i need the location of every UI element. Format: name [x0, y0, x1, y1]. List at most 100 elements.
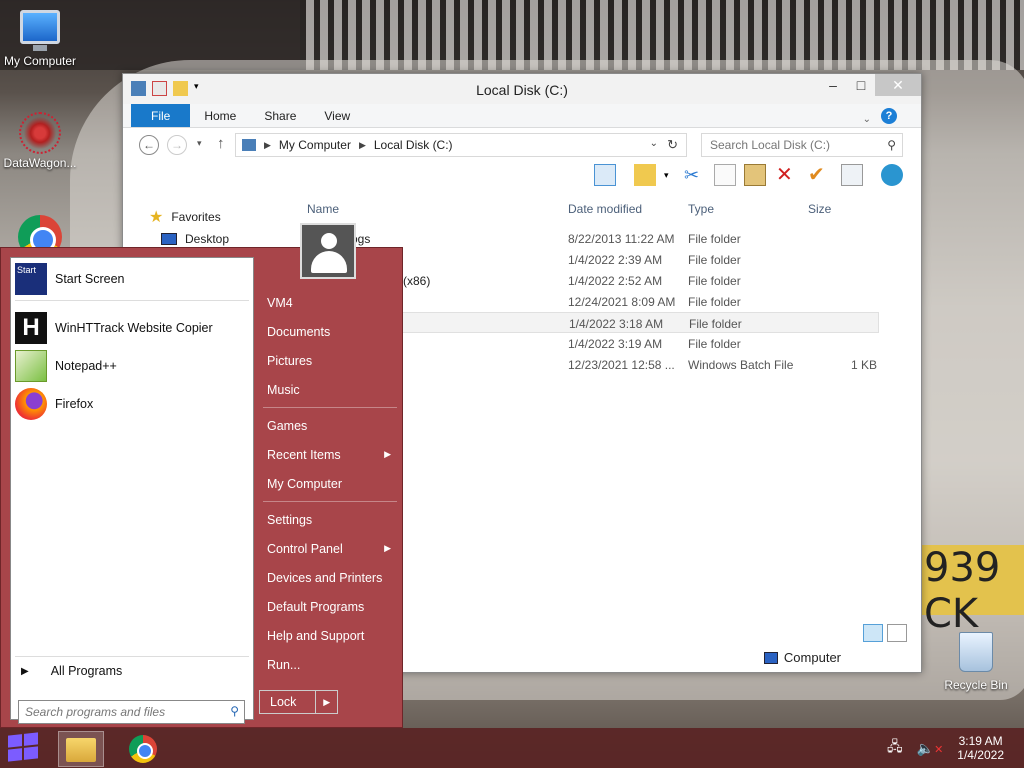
clock[interactable]: 3:19 AM 1/4/2022: [957, 734, 1004, 762]
column-type[interactable]: Type: [688, 202, 714, 216]
lock-button[interactable]: Lock ▶: [259, 690, 338, 714]
column-size[interactable]: Size: [808, 202, 831, 216]
details-view-icon[interactable]: [863, 624, 883, 642]
table-row[interactable]: ogs 8/22/2013 11:22 AM File folder: [293, 228, 879, 249]
place-documents[interactable]: Documents: [259, 317, 399, 346]
program-start-screen[interactable]: Start Start Screen: [15, 261, 124, 297]
recent-locations-icon[interactable]: ▾: [197, 138, 202, 149]
cut-icon[interactable]: ✂: [684, 164, 706, 186]
desktop-icon-label: DataWagon...: [3, 156, 77, 170]
tab-home[interactable]: Home: [190, 104, 250, 127]
start-button[interactable]: [8, 732, 40, 762]
start-screen-icon: Start: [15, 263, 47, 295]
search-icon: ⚲: [887, 138, 896, 152]
back-button[interactable]: ←: [139, 135, 159, 155]
copy-icon[interactable]: [714, 164, 736, 186]
place-vm4[interactable]: VM4: [259, 288, 399, 317]
desktop-icon-datawagon[interactable]: DataWagon...: [0, 112, 80, 170]
desktop-icon-recycle-bin[interactable]: Recycle Bin: [936, 632, 1016, 692]
search-placeholder: Search programs and files: [25, 705, 166, 719]
all-programs-button[interactable]: ▶ All Programs: [21, 664, 122, 678]
place-devices-printers[interactable]: Devices and Printers: [259, 563, 399, 592]
breadcrumb-local-disk[interactable]: Local Disk (C:): [374, 138, 453, 152]
computer-icon: [763, 651, 778, 664]
explorer-toolbar: ▾ ✂ ✕ ✔: [123, 162, 921, 188]
maximize-button[interactable]: □: [847, 74, 875, 96]
place-games[interactable]: Games: [259, 411, 399, 440]
user-avatar[interactable]: [300, 223, 356, 279]
view-switcher: [863, 624, 907, 642]
start-search-input[interactable]: Search programs and files ⚲: [18, 700, 245, 724]
network-icon[interactable]: 🖧: [887, 736, 903, 760]
notepadpp-icon: [15, 350, 47, 382]
status-location-label: Computer: [783, 650, 841, 665]
checkmark-icon[interactable]: ✔: [808, 164, 830, 186]
row-type: Windows Batch File: [688, 358, 794, 372]
address-bar[interactable]: ▶ My Computer ▶ Local Disk (C:) ⌄ ↻: [235, 133, 687, 157]
refresh-icon[interactable]: ↻: [667, 137, 678, 153]
taskbar-chrome[interactable]: [120, 731, 166, 767]
help-icon[interactable]: ?: [881, 108, 897, 124]
taskbar-file-explorer[interactable]: [58, 731, 104, 767]
place-pictures[interactable]: Pictures: [259, 346, 399, 375]
forward-button[interactable]: →: [167, 135, 187, 155]
chevron-right-icon: ▶: [384, 543, 391, 553]
up-button[interactable]: ↑: [217, 135, 225, 152]
chevron-right-icon[interactable]: ▶: [315, 691, 337, 713]
row-date: 1/4/2022 3:18 AM: [569, 317, 664, 331]
globe-icon[interactable]: [881, 164, 903, 186]
search-input[interactable]: Search Local Disk (C:) ⚲: [701, 133, 903, 157]
all-programs-label: All Programs: [50, 664, 123, 678]
rename-icon[interactable]: [841, 164, 863, 186]
start-menu-places: VM4 Documents Pictures Music Games Recen…: [259, 288, 399, 679]
chevron-down-icon[interactable]: ▾: [664, 164, 674, 186]
tab-file[interactable]: File: [131, 104, 191, 127]
volume-muted-icon[interactable]: 🔈✕: [917, 740, 944, 757]
desktop-icon-label: Recycle Bin: [944, 678, 1008, 692]
place-settings[interactable]: Settings: [259, 505, 399, 534]
desktop-icon-my-computer[interactable]: My Computer: [0, 10, 80, 68]
place-default-programs[interactable]: Default Programs: [259, 592, 399, 621]
chevron-right-icon: ▶: [384, 449, 391, 459]
star-icon: ★: [149, 209, 164, 226]
delete-icon[interactable]: ✕: [776, 164, 798, 186]
nav-favorites[interactable]: ★ Favorites: [131, 206, 229, 228]
close-button[interactable]: ✕: [875, 74, 921, 96]
row-date: 1/4/2022 3:19 AM: [568, 337, 663, 351]
breadcrumb-my-computer[interactable]: My Computer: [279, 138, 351, 152]
place-control-panel[interactable]: Control Panel ▶: [259, 534, 399, 563]
chevron-down-icon[interactable]: ⌄: [650, 138, 658, 149]
program-winhttrack[interactable]: H WinHTTrack Website Copier: [15, 310, 213, 346]
minimize-button[interactable]: –: [819, 74, 847, 96]
nav-label: Desktop: [185, 232, 230, 246]
row-type: File folder: [688, 295, 741, 309]
desktop-icon-label: My Computer: [3, 54, 77, 68]
row-size: 1 KB: [851, 358, 878, 372]
place-music[interactable]: Music: [259, 375, 399, 404]
column-name[interactable]: Name: [307, 202, 339, 216]
start-menu-programs: Start Start Screen H WinHTTrack Website …: [10, 257, 254, 724]
preview-pane-icon[interactable]: [594, 164, 616, 186]
datawagon-shortcut-icon: [19, 112, 61, 154]
windows-logo-icon: [8, 732, 38, 762]
place-help-support[interactable]: Help and Support: [259, 621, 399, 650]
nav-label: Favorites: [171, 210, 221, 224]
row-date: 1/4/2022 2:39 AM: [568, 253, 663, 267]
paste-icon[interactable]: [744, 164, 766, 186]
folder-options-icon[interactable]: [634, 164, 656, 186]
chevron-right-icon: ▶: [21, 665, 29, 677]
ribbon-tabs: File Home Share View ⌄ ?: [123, 104, 921, 128]
place-my-computer[interactable]: My Computer: [259, 469, 399, 498]
httrack-icon: H: [15, 312, 47, 344]
column-date-modified[interactable]: Date modified: [568, 202, 642, 216]
large-icons-view-icon[interactable]: [887, 624, 907, 642]
program-firefox[interactable]: Firefox: [15, 386, 93, 422]
program-notepadpp[interactable]: Notepad++: [15, 348, 117, 384]
tab-view[interactable]: View: [310, 104, 364, 127]
place-run[interactable]: Run...: [259, 650, 399, 679]
place-recent-items[interactable]: Recent Items ▶: [259, 440, 399, 469]
computer-icon: [242, 139, 256, 151]
program-label: Firefox: [55, 397, 94, 411]
program-label: Notepad++: [55, 359, 117, 373]
tab-share[interactable]: Share: [250, 104, 310, 127]
